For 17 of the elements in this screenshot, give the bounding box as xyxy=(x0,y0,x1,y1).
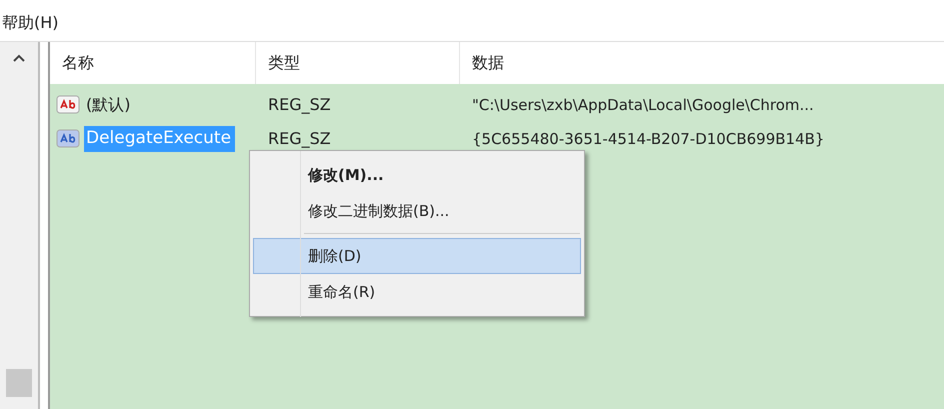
menu-item[interactable]: 修改二进制数据(B)... xyxy=(253,193,581,229)
menu-item[interactable]: 删除(D) xyxy=(253,238,581,274)
scrollbar-thumb[interactable] xyxy=(6,369,32,397)
menu-item[interactable]: 修改(M)... xyxy=(253,157,581,193)
string-value-icon xyxy=(56,128,82,150)
table-cell-text: "C:\Users\zxb\AppData\Local\Google\Chrom... xyxy=(471,94,814,116)
scroll-up-icon[interactable] xyxy=(13,54,25,62)
table-cell-text: {5C655480-3651-4514-B207-D10CB699B14B} xyxy=(471,128,824,150)
table-cell-text: REG_SZ xyxy=(267,94,332,116)
string-value-icon xyxy=(56,94,82,116)
column-header[interactable]: 名称 xyxy=(50,42,256,84)
table-cell[interactable]: (默认) xyxy=(84,93,132,117)
menu-item[interactable]: 重命名(R) xyxy=(253,274,581,310)
column-header[interactable]: 类型 xyxy=(256,42,460,84)
menu-item[interactable]: 帮助(H) xyxy=(2,11,59,35)
table-cell-text: REG_SZ xyxy=(267,128,332,150)
column-header[interactable]: 数据 xyxy=(460,42,944,84)
